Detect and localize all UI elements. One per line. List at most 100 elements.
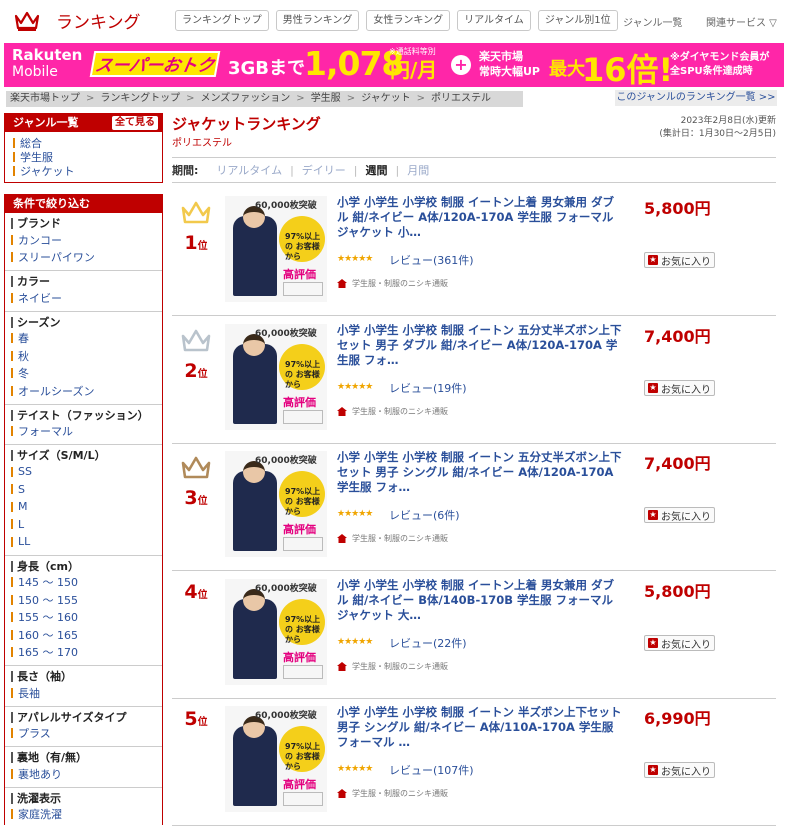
product-title-link[interactable]: 小学 小学生 小学校 制服 イートン上着 男女兼用 ダブル 紺/ネイビー B体/… xyxy=(337,578,625,623)
subgenre-link[interactable]: ポリエステル xyxy=(172,138,232,149)
rank-column: 1位 xyxy=(172,188,220,254)
filter-option[interactable]: ネイビー xyxy=(11,289,162,307)
breadcrumb-item[interactable]: 学生服 xyxy=(311,91,341,107)
shop-link[interactable]: 学生服・制服のニシキ通販 xyxy=(337,788,448,799)
filter-option[interactable]: S xyxy=(11,481,162,499)
filter-option[interactable]: LL xyxy=(11,533,162,551)
genre-box: ジャンル一覧 全て見る 総合 学生服 ジャケット xyxy=(4,113,163,183)
shop-link[interactable]: 学生服・制服のニシキ通販 xyxy=(337,406,448,417)
review-link[interactable]: レビュー(22件) xyxy=(389,635,467,651)
filter-option[interactable]: 150 ～ 155 xyxy=(11,591,162,609)
rank-value: 4 xyxy=(184,581,198,603)
filter-option[interactable]: M xyxy=(11,498,162,516)
shop-link[interactable]: 学生服・制服のニシキ通販 xyxy=(337,533,448,544)
period-realtime[interactable]: リアルタイム xyxy=(216,162,282,178)
filter-group: 長さ（袖） 長袖 xyxy=(5,666,162,707)
genre-link-gakuseifuku[interactable]: 学生服 xyxy=(13,150,162,164)
filter-option[interactable]: 160 ～ 165 xyxy=(11,626,162,644)
filter-group-title: 身長（cm） xyxy=(11,559,162,574)
favorite-button[interactable]: ★ お気に入り xyxy=(644,507,715,523)
review-link[interactable]: レビュー(361件) xyxy=(389,252,474,268)
breadcrumb-item[interactable]: 楽天市場トップ xyxy=(10,91,80,107)
logo-text: ランキング xyxy=(56,13,141,33)
ranking-logo[interactable]: ランキング xyxy=(14,8,141,33)
breadcrumb-item[interactable]: メンズファッション xyxy=(200,91,290,107)
filter-group: 身長（cm） 145 ～ 150 150 ～ 155 155 ～ 160 160 ～ 1… xyxy=(5,556,162,666)
filter-option[interactable]: 165 ～ 170 xyxy=(11,644,162,662)
related-services-link[interactable]: 関連サービス ▽ xyxy=(706,14,777,29)
genre-link-jacket[interactable]: ジャケット xyxy=(13,164,162,178)
product-image[interactable]: 60,000枚突破 97%以上の お客様から 高評価 xyxy=(225,451,327,557)
thumb-label-box xyxy=(283,282,323,296)
breadcrumb-separator: > xyxy=(186,93,195,104)
nav-male-ranking[interactable]: 男性ランキング xyxy=(275,10,360,31)
filter-option[interactable]: 裏地あり xyxy=(11,765,162,783)
diamond-line1: ※ダイヤモンド会員が xyxy=(670,52,770,63)
rank-number: 3位 xyxy=(172,487,220,509)
review-link[interactable]: レビュー(19件) xyxy=(389,380,467,396)
favorite-button[interactable]: ★ お気に入り xyxy=(644,762,715,778)
filter-option[interactable]: L xyxy=(11,516,162,534)
filter-option[interactable]: 春 xyxy=(11,330,162,348)
thumb-text: 60,000枚突破 xyxy=(255,456,317,466)
nav-ranking-top[interactable]: ランキングトップ xyxy=(175,10,269,31)
filter-option[interactable]: オールシーズン xyxy=(11,382,162,400)
filter-option[interactable]: カンコー xyxy=(11,231,162,249)
filter-option[interactable]: 155 ～ 160 xyxy=(11,609,162,627)
genre-link-sogo[interactable]: 総合 xyxy=(13,136,162,150)
review-link[interactable]: レビュー(107件) xyxy=(389,762,474,778)
period-daily[interactable]: デイリー xyxy=(302,162,346,178)
product-title-link[interactable]: 小学 小学生 小学校 制服 イートン 半ズボン上下セット 男子 シングル 紺/ネ… xyxy=(337,705,625,750)
filter-group: 洗濯表示 家庭洗濯 xyxy=(5,788,162,826)
rank-suffix: 位 xyxy=(197,241,208,252)
period-monthly[interactable]: 月間 xyxy=(407,162,429,178)
favorite-button[interactable]: ★ お気に入り xyxy=(644,252,715,268)
product-title-link[interactable]: 小学 小学生 小学校 制服 イートン 五分丈半ズボン上下セット 男子 ダブル 紺… xyxy=(337,323,625,368)
rating-stars: ★★★★★ xyxy=(337,509,373,519)
top-header: ランキング ランキングトップ 男性ランキング 女性ランキング リアルタイム ジャ… xyxy=(0,0,791,40)
genre-box-header: ジャンル一覧 全て見る xyxy=(5,114,162,132)
nav-realtime[interactable]: リアルタイム xyxy=(457,10,531,31)
product-image[interactable]: 60,000枚突破 97%以上の お客様から 高評価 xyxy=(225,706,327,812)
thumb-label-box xyxy=(283,792,323,806)
banner-ichiba: 楽天市場 常時大幅UP xyxy=(479,49,540,79)
filter-option[interactable]: 冬 xyxy=(11,365,162,383)
thumb-text: 97%以上の お客様から xyxy=(285,615,321,644)
filter-option[interactable]: SS xyxy=(11,463,162,481)
product-title-link[interactable]: 小学 小学生 小学校 制服 イートン 五分丈半ズボン上下セット 男子 シングル … xyxy=(337,450,625,495)
show-all-button[interactable]: 全て見る xyxy=(112,116,158,130)
product-image[interactable]: 60,000枚突破 97%以上の お客様から 高評価 xyxy=(225,579,327,685)
filter-option[interactable]: 家庭洗濯 xyxy=(11,806,162,824)
favorite-button[interactable]: ★ お気に入り xyxy=(644,380,715,396)
nav-female-ranking[interactable]: 女性ランキング xyxy=(366,10,451,31)
product-title-link[interactable]: 小学 小学生 小学校 制服 イートン上着 男女兼用 ダブル 紺/ネイビー A体/… xyxy=(337,195,625,240)
breadcrumb-item[interactable]: ジャケット xyxy=(361,91,411,107)
promo-banner[interactable]: Rakuten Mobile スーパーおトク 3GBまで 1,078 ※通話料等… xyxy=(4,43,784,87)
product-image[interactable]: 60,000枚突破 97%以上の お客様から 高評価 xyxy=(225,324,327,430)
favorite-label: お気に入り xyxy=(661,511,711,523)
period-separator: | xyxy=(353,163,358,177)
product-image[interactable]: 60,000枚突破 97%以上の お客様から 高評価 xyxy=(225,196,327,302)
filter-option[interactable]: スリーパイワン xyxy=(11,249,162,267)
thumb-label-box xyxy=(283,410,323,424)
genre-list-link[interactable]: ジャンル一覧 xyxy=(623,14,683,29)
filter-option[interactable]: 秋 xyxy=(11,347,162,365)
filter-option[interactable]: 長袖 xyxy=(11,684,162,702)
filter-option[interactable]: プラス xyxy=(11,725,162,743)
shop-link[interactable]: 学生服・制服のニシキ通販 xyxy=(337,661,448,672)
rank-number: 4位 xyxy=(172,581,220,603)
ichiba-line2: 常時大幅UP xyxy=(479,65,540,78)
filter-option[interactable]: フォーマル xyxy=(11,423,162,441)
filter-group: サイズ（S/M/L） SS S M L LL xyxy=(5,445,162,556)
shop-link[interactable]: 学生服・制服のニシキ通販 xyxy=(337,278,448,289)
review-link[interactable]: レビュー(6件) xyxy=(389,507,460,523)
star-icon: ★ xyxy=(648,383,658,393)
favorite-button[interactable]: ★ お気に入り xyxy=(644,635,715,651)
ranking-item: 2位 60,000枚突破 97%以上の お客様から 高評価 小学 小学生 小学校… xyxy=(172,316,776,444)
rating-stars: ★★★★★ xyxy=(337,764,373,774)
nav-genre-first[interactable]: ジャンル別1位 xyxy=(537,10,618,31)
filter-group: カラー ネイビー xyxy=(5,271,162,312)
breadcrumb-item[interactable]: ランキングトップ xyxy=(100,91,180,107)
genre-ranking-list-link[interactable]: このジャンルのランキング一覧 >> xyxy=(615,90,777,106)
filter-option[interactable]: 145 ～ 150 xyxy=(11,574,162,592)
